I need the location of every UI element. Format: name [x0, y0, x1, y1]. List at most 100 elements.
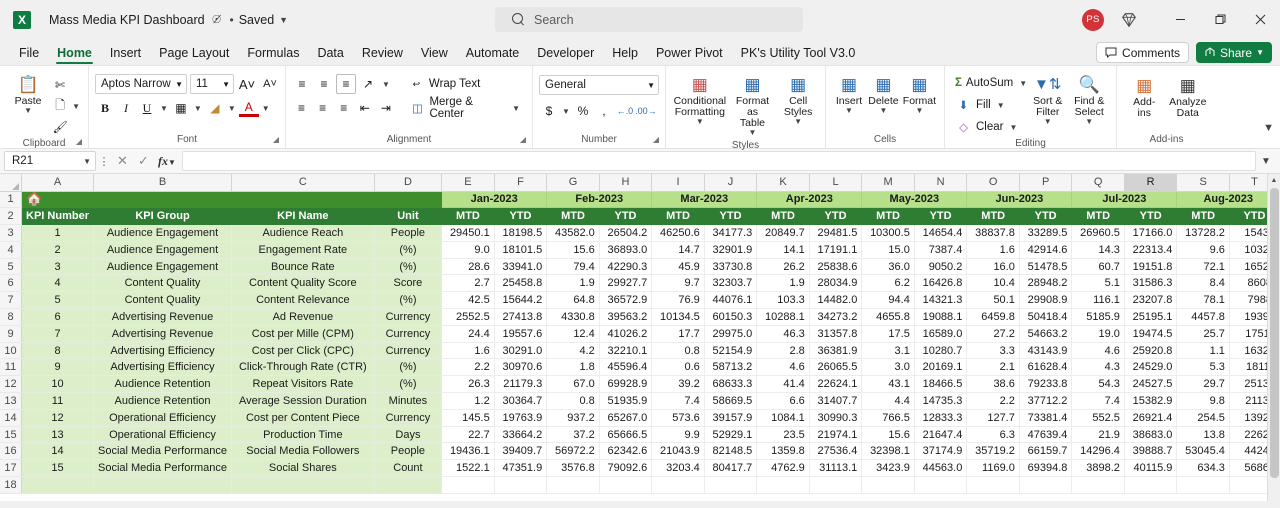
expand-formula-bar-icon[interactable]: ▼ [1256, 156, 1276, 167]
table-row[interactable]: 5 3 Audience Engagement Bounce Rate (%) 28.6 3… [0, 258, 1280, 276]
dialog-launcher-icon[interactable]: ◢ [76, 135, 82, 148]
cell-value[interactable]: 9.6 [1176, 241, 1230, 259]
cell-value[interactable]: 22313.4 [1124, 241, 1178, 259]
number-format-select[interactable]: General ▼ [539, 75, 659, 95]
column-header-j[interactable]: J [704, 174, 758, 192]
row-header-5[interactable]: 5 [0, 258, 23, 276]
cell-value[interactable]: 14.7 [651, 241, 705, 259]
cell-kpi-group[interactable]: Operational Efficiency [93, 409, 233, 427]
cell-value[interactable]: 18198.5 [494, 224, 548, 242]
subheader-ytd-6[interactable]: YTD [1124, 207, 1178, 226]
cell-value[interactable]: 39157.9 [704, 409, 758, 427]
cell-value[interactable]: 3898.2 [1071, 459, 1125, 478]
orientation-icon[interactable]: ↗ [358, 74, 378, 94]
subheader-ytd-3[interactable]: YTD [809, 207, 863, 226]
cell-value[interactable]: 31357.8 [809, 325, 863, 343]
cell-value[interactable]: 30291.0 [494, 342, 548, 360]
cell-value[interactable]: 4330.8 [546, 308, 600, 326]
close-button[interactable] [1240, 0, 1280, 39]
cell-kpi-number[interactable]: 8 [21, 342, 94, 360]
cell-value[interactable]: 46250.6 [651, 224, 705, 242]
cell-value[interactable]: 46.3 [756, 325, 810, 343]
decrease-indent-icon[interactable]: ⇤ [355, 98, 374, 118]
cell-value[interactable]: 28034.9 [809, 274, 863, 293]
cell-value[interactable]: 26960.5 [1071, 224, 1125, 242]
decrease-font-size-icon[interactable]: A˅ [260, 74, 280, 94]
table-header-3[interactable]: Unit [374, 207, 443, 226]
cell-unit[interactable]: (%) [374, 258, 443, 276]
cell-value[interactable]: 21647.4 [914, 426, 968, 444]
cell-value[interactable]: 39888.7 [1124, 442, 1178, 461]
cell-kpi-name[interactable]: Social Media Followers [231, 442, 375, 461]
cell-value[interactable]: 29975.0 [704, 325, 758, 343]
vertical-scrollbar[interactable]: ▲ [1267, 174, 1280, 501]
subheader-mtd-6[interactable]: MTD [1071, 207, 1125, 226]
cell-value[interactable]: 4457.8 [1176, 308, 1230, 326]
cell-value[interactable]: 43143.9 [1019, 342, 1073, 360]
cell-value[interactable]: 73381.4 [1019, 409, 1073, 427]
row-header-15[interactable]: 15 [0, 426, 23, 444]
cell-value[interactable]: 56972.2 [546, 442, 600, 461]
cell-value[interactable]: 25920.8 [1124, 342, 1178, 360]
paste-button[interactable]: 📋 Paste ▼ [6, 73, 50, 117]
insert-cells-button[interactable]: ▦ Insert ▼ [832, 73, 866, 117]
italic-button[interactable]: I [116, 98, 136, 118]
empty-cell[interactable] [599, 476, 653, 494]
insert-function-icon[interactable]: fx▼ [154, 154, 180, 169]
cell-value[interactable]: 21179.3 [494, 375, 548, 394]
cell-kpi-name[interactable]: Audience Reach [231, 224, 375, 242]
cell-value[interactable]: 58713.2 [704, 358, 758, 377]
delete-cells-button[interactable]: ▦ Delete ▼ [866, 73, 901, 117]
cell-value[interactable]: 27536.4 [809, 442, 863, 461]
subheader-mtd-5[interactable]: MTD [966, 207, 1020, 226]
cell-value[interactable]: 28948.2 [1019, 274, 1073, 293]
cell-value[interactable]: 72.1 [1176, 258, 1230, 276]
column-header-r[interactable]: R [1124, 174, 1178, 192]
cell-kpi-group[interactable]: Advertising Efficiency [93, 342, 233, 360]
dialog-launcher-icon[interactable]: ◢ [273, 133, 279, 146]
dialog-launcher-icon[interactable]: ◢ [653, 133, 659, 146]
cell-unit[interactable]: Currency [374, 308, 443, 326]
cancel-icon[interactable]: ✕ [112, 153, 133, 169]
cell-value[interactable]: 18101.5 [494, 241, 548, 259]
cell-value[interactable]: 5185.9 [1071, 308, 1125, 326]
fill-color-icon[interactable]: ◢ [205, 98, 225, 118]
subheader-ytd-2[interactable]: YTD [704, 207, 758, 226]
cell-value[interactable]: 31113.1 [809, 459, 863, 478]
cell-value[interactable]: 32303.7 [704, 274, 758, 293]
cell-kpi-number[interactable]: 15 [21, 459, 94, 478]
row-header-9[interactable]: 9 [0, 325, 23, 343]
subheader-mtd-1[interactable]: MTD [546, 207, 600, 226]
column-header-o[interactable]: O [966, 174, 1020, 192]
cell-value[interactable]: 39.2 [651, 375, 705, 394]
cell-value[interactable]: 32901.9 [704, 241, 758, 259]
cell-value[interactable]: 32398.1 [861, 442, 915, 461]
cell-value[interactable]: 9.7 [651, 274, 705, 293]
cell-kpi-name[interactable]: Cost per Click (CPC) [231, 342, 375, 360]
cell-value[interactable]: 66159.7 [1019, 442, 1073, 461]
align-top-icon[interactable]: ≡ [292, 74, 312, 94]
cell-value[interactable]: 12833.3 [914, 409, 968, 427]
format-painter-button[interactable]: 🖌 [50, 117, 70, 137]
underline-button[interactable]: U [137, 98, 157, 118]
cell-kpi-name[interactable]: Social Shares [231, 459, 375, 478]
percent-icon[interactable]: % [573, 101, 593, 121]
cell-value[interactable]: 45596.4 [599, 358, 653, 377]
tab-review[interactable]: Review [353, 46, 412, 65]
cell-value[interactable]: 54663.2 [1019, 325, 1073, 343]
month-header-1[interactable]: Feb-2023 [546, 191, 653, 209]
cell-value[interactable]: 1359.8 [756, 442, 810, 461]
sort-filter-button[interactable]: ▼⇅ Sort & Filter ▼ [1027, 73, 1069, 128]
cell-value[interactable]: 60.7 [1071, 258, 1125, 276]
cell-value[interactable]: 19474.5 [1124, 325, 1178, 343]
row-header-13[interactable]: 13 [0, 392, 23, 410]
cell-value[interactable]: 0.6 [651, 358, 705, 377]
cell-value[interactable]: 4.2 [546, 342, 600, 360]
cell-value[interactable]: 80417.7 [704, 459, 758, 478]
conditional-formatting-button[interactable]: ▦ Conditional Formatting ▼ [673, 73, 727, 128]
autosum-button[interactable]: Σ AutoSum ▼ [951, 73, 1027, 93]
cell-value[interactable]: 40115.9 [1124, 459, 1178, 478]
cell-value[interactable]: 0.8 [651, 342, 705, 360]
cell-value[interactable]: 14296.4 [1071, 442, 1125, 461]
chevron-down-icon[interactable]: ▼ [380, 80, 392, 89]
